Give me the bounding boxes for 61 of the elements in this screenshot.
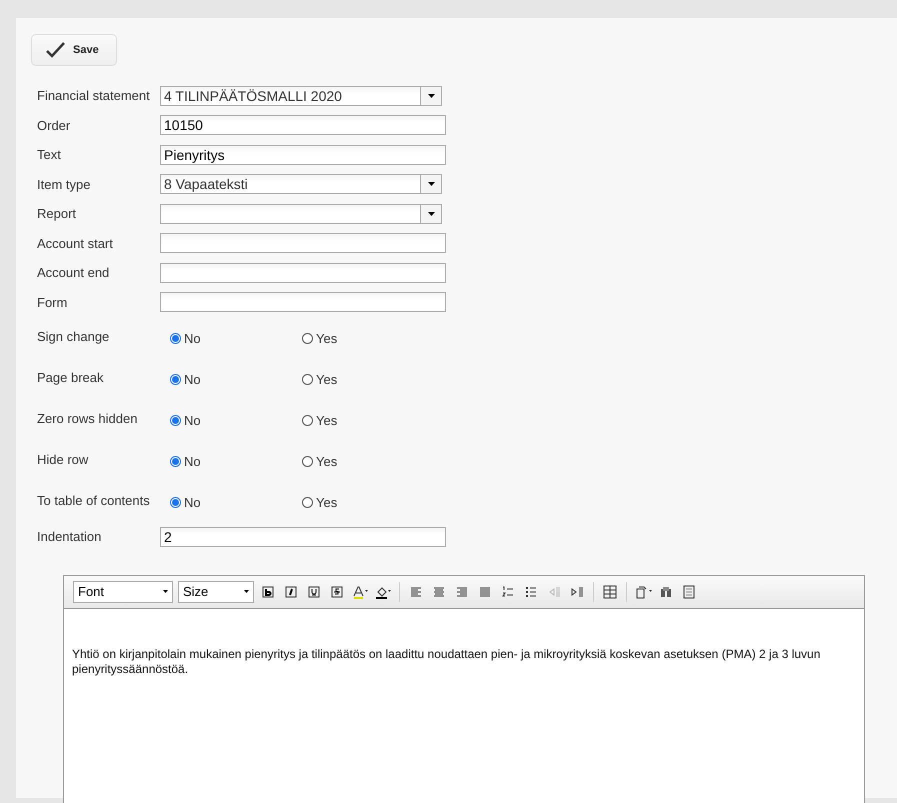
table-icon[interactable] [602,584,618,600]
field-label: Hide row [37,452,90,466]
field-label: Indentation [37,529,102,544]
field-label: Form [37,294,68,310]
radio-button[interactable] [170,414,181,426]
field-label: Report [37,206,78,222]
field-label: Item type [37,176,92,192]
field-label: Financial statement [37,88,151,104]
input-field[interactable] [160,262,446,283]
field-label: Zero rows hidden [37,410,138,426]
caret-icon [163,590,168,593]
font-dropdown[interactable]: Font [73,580,173,602]
field-label: Order [37,118,72,133]
radio-button[interactable] [170,456,181,466]
radio-button[interactable] [170,496,181,508]
field-label: Page break [37,370,104,384]
checkmark-icon [46,42,65,58]
radio-label[interactable]: Yes [316,372,338,386]
dropdown[interactable]: 4 TILINPÄÄTÖSMALLI 2020 [160,86,442,106]
save-button[interactable]: Save [31,34,117,66]
radio-button[interactable] [170,332,181,344]
field-label: Sign change [37,328,110,344]
caret-icon [428,94,434,98]
field-label: Account start [37,236,114,251]
radio-button[interactable] [170,374,181,384]
radio-label[interactable]: Yes [316,412,338,428]
size-dropdown[interactable]: Size [178,580,254,602]
caret-icon [244,590,249,593]
radio-label[interactable]: Yes [316,494,338,510]
numbered-list-icon[interactable] [500,584,516,600]
caret-icon [428,182,434,186]
dropdown[interactable]: 8 Vapaateksti [160,174,442,194]
text-color-icon[interactable] [351,584,369,600]
radio-label[interactable]: No [184,494,201,510]
field-label: Account end [37,265,110,280]
input-field[interactable]: Pienyritys [160,144,446,165]
radio-label[interactable]: No [184,330,201,346]
radio-button[interactable] [302,374,313,384]
field-label: To table of contents [37,492,151,508]
input-field[interactable] [160,233,446,254]
strikethrough-icon[interactable] [329,584,345,600]
document-icon[interactable] [681,584,697,600]
radio-button[interactable] [302,456,313,466]
input-field[interactable] [160,292,446,312]
field-label: Text [37,147,62,162]
input-field[interactable]: 10150 [160,115,446,136]
radio-button[interactable] [302,414,313,426]
radio-label[interactable]: Yes [316,330,338,346]
radio-label[interactable]: No [184,412,201,428]
radio-button[interactable] [302,332,313,344]
radio-label[interactable]: Yes [316,454,338,468]
editor-text[interactable]: Yhtiö on kirjanpitolain mukainen pienyritys ja tilinpäätös on laadittu noudattaen pien- ja mikroyrityksiä koskevan asetuksen (PMA) 2 ja 3 luvun pienyrityssäännöstöä. [64,608,864,714]
caret-icon [428,212,434,216]
italic-icon[interactable] [283,584,299,600]
clipboard-icon[interactable] [634,584,652,600]
radio-label[interactable]: No [184,372,201,386]
radio-label[interactable]: No [184,454,201,468]
input-field[interactable]: 2 [160,526,446,547]
bold-icon[interactable] [260,584,276,600]
radio-button[interactable] [302,496,313,508]
underline-icon[interactable] [306,584,322,600]
